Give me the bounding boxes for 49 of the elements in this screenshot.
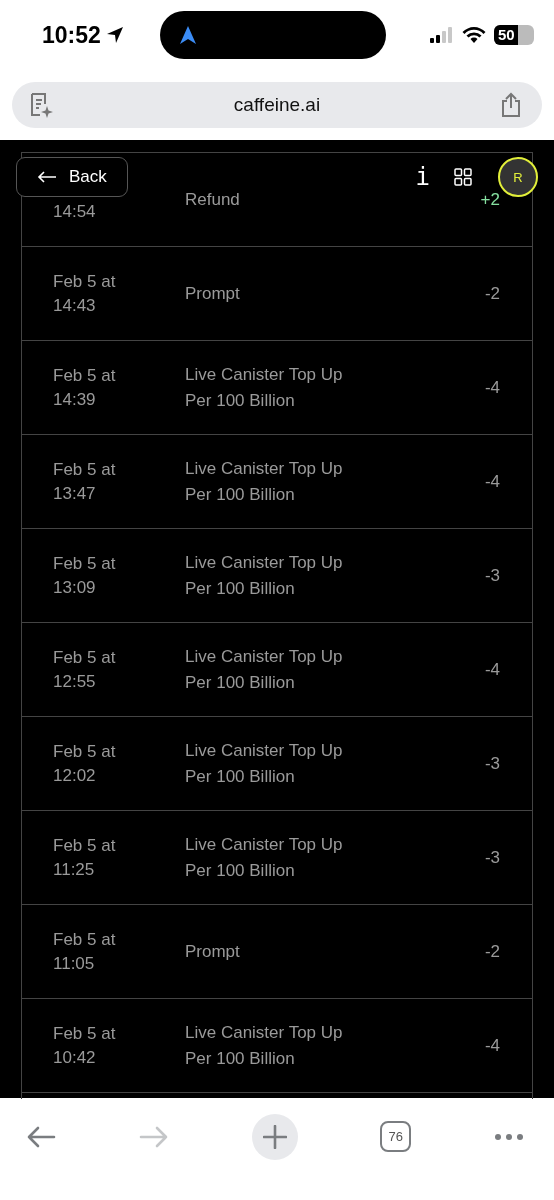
transaction-date: Feb 5 at 10:42 [53, 1022, 117, 1069]
battery-icon: 50 [494, 25, 534, 45]
left-arrow-icon [37, 171, 57, 183]
transaction-description: Prompt [185, 282, 241, 305]
transaction-description: Live Canister Top Up Per 100 Billion [185, 739, 344, 788]
transaction-description: Live Canister Top Up Per 100 Billion [185, 833, 344, 882]
plus-icon [262, 1125, 287, 1149]
more-icon[interactable] [494, 1133, 524, 1141]
address-bar[interactable]: caffeine.ai [12, 82, 542, 128]
transaction-date: Feb 5 at 11:05 [53, 928, 117, 975]
tab-count-button[interactable]: 76 [380, 1121, 412, 1152]
transaction-date: Feb 5 at 11:25 [53, 834, 117, 881]
new-tab-button[interactable] [251, 1114, 298, 1160]
share-icon[interactable] [500, 92, 522, 118]
back-arrow-icon[interactable] [26, 1125, 56, 1149]
transaction-amount: -4 [484, 1035, 500, 1056]
grid-icon[interactable] [454, 168, 472, 186]
transaction-amount: -3 [484, 847, 500, 868]
transaction-description: Refund [185, 188, 241, 211]
status-time: 10:52 [42, 21, 101, 49]
transaction-date: Feb 5 at 13:47 [53, 458, 117, 505]
transaction-amount: -2 [484, 941, 500, 962]
transaction-amount: -3 [484, 753, 500, 774]
info-button[interactable]: i [407, 163, 438, 191]
navigation-arrow-icon [180, 26, 196, 44]
transaction-description: Live Canister Top Up Per 100 Billion [185, 645, 344, 694]
transaction-description: Live Canister Top Up Per 100 Billion [185, 551, 344, 600]
transaction-description: Live Canister Top Up Per 100 Billion [185, 1021, 344, 1070]
transaction-date: Feb 5 at 14:39 [53, 364, 117, 411]
transaction-description: Live Canister Top Up Per 100 Billion [185, 363, 344, 412]
wifi-icon [462, 26, 486, 44]
transaction-amount: -3 [484, 565, 500, 586]
transaction-date: Feb 5 at 14:43 [53, 270, 117, 317]
signal-icon [430, 27, 454, 43]
transaction-amount: -2 [484, 283, 500, 304]
avatar-button[interactable]: R [498, 157, 538, 197]
transaction-date: Feb 5 at 12:55 [53, 646, 117, 693]
transaction-description: Live Canister Top Up Per 100 Billion [185, 457, 344, 506]
url-text: caffeine.ai [233, 94, 321, 116]
transaction-amount: -4 [484, 377, 500, 398]
page-sparkle-icon[interactable] [28, 92, 54, 118]
transaction-date: Feb 5 at 12:02 [53, 740, 117, 787]
transaction-amount: -4 [484, 471, 500, 492]
transaction-amount: +2 [480, 189, 500, 210]
transaction-description: Prompt [185, 940, 241, 963]
back-button[interactable]: Back [16, 157, 128, 197]
transaction-amount: -4 [484, 659, 500, 680]
transaction-date: Feb 5 at 13:09 [53, 552, 117, 599]
transaction-date: 14:54 [53, 200, 97, 223]
